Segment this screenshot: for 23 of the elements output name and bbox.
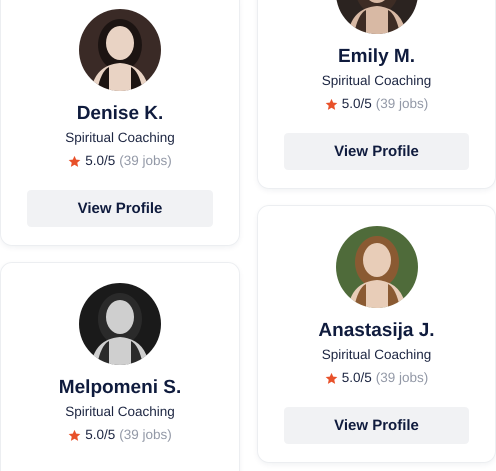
jobs-count: (39 jobs) xyxy=(119,152,172,170)
person-name: Denise K. xyxy=(76,102,164,126)
specialty-text: Spiritual Coaching xyxy=(65,129,175,147)
star-icon xyxy=(68,154,82,168)
specialty-text: Spiritual Coaching xyxy=(65,403,175,421)
rating-text: 5.0/5 xyxy=(342,369,372,387)
star-icon xyxy=(324,372,338,384)
specialty-text: Spiritual Coaching xyxy=(322,346,432,364)
person-name: Melpomeni S. xyxy=(58,376,182,400)
rating-text: 5.0/5 xyxy=(85,426,116,444)
view-profile-button[interactable]: View Profile xyxy=(284,407,469,444)
view-profile-button[interactable]: View Profile xyxy=(27,190,213,227)
star-icon xyxy=(68,428,82,442)
jobs-count: (39 jobs) xyxy=(376,369,428,387)
star-icon xyxy=(324,98,338,110)
rating-text: 5.0/5 xyxy=(85,152,116,170)
view-profile-button[interactable]: View Profile xyxy=(284,133,469,170)
jobs-count: (39 jobs) xyxy=(119,426,172,444)
specialty-text: Spiritual Coaching xyxy=(322,72,432,90)
jobs-count: (39 jobs) xyxy=(376,95,428,113)
rating-text: 5.0/5 xyxy=(342,95,372,113)
person-name: Anastasija J. xyxy=(318,319,435,343)
person-name: Emily M. xyxy=(338,45,416,69)
